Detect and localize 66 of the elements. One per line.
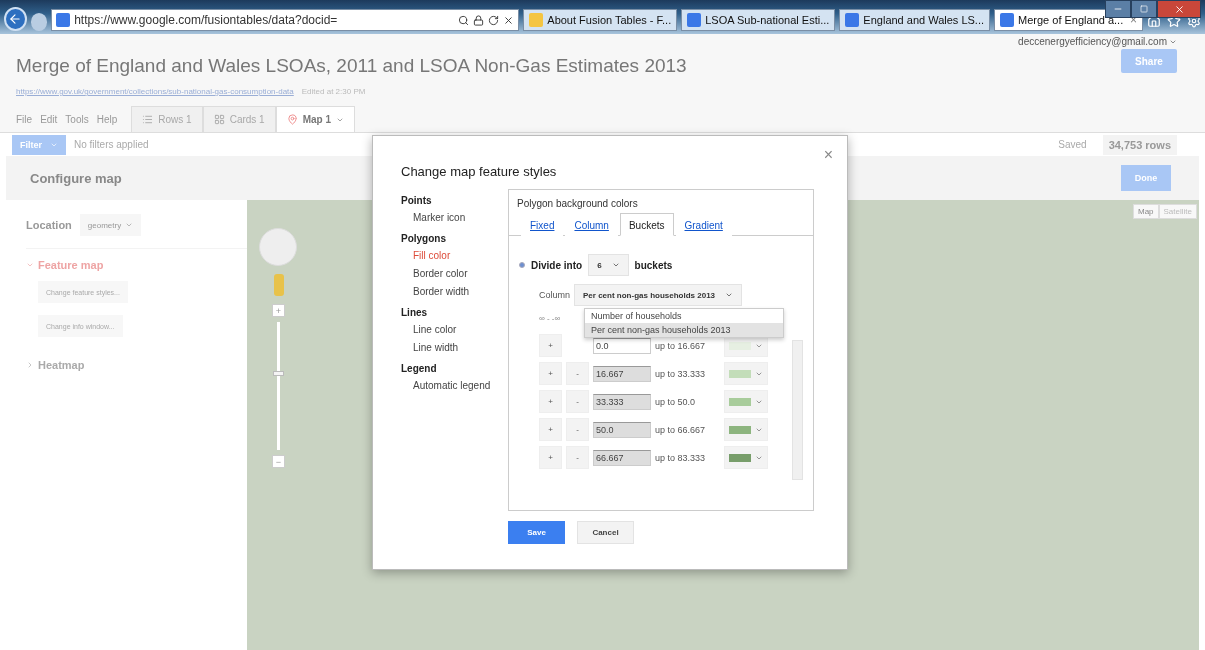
nav-item[interactable]: Line color — [401, 321, 496, 339]
nav-item[interactable]: Marker icon — [401, 209, 496, 227]
forward-button[interactable] — [30, 13, 48, 31]
site-icon — [56, 13, 71, 27]
cancel-button[interactable]: Cancel — [577, 521, 634, 544]
nav-item[interactable]: Fill color — [401, 247, 496, 265]
add-bucket-button[interactable]: + — [539, 334, 562, 357]
browser-tab[interactable]: England and Wales LS... — [839, 9, 991, 31]
bucket-max-label: up to 66.667 — [655, 424, 707, 435]
bucket-max-label: up to 83.333 — [655, 452, 707, 463]
stop-icon[interactable] — [503, 14, 515, 26]
zoom-handle[interactable] — [273, 371, 284, 377]
bucket-max-label: up to 50.0 — [655, 396, 697, 407]
close-button[interactable]: × — [823, 146, 833, 164]
style-tab[interactable]: Buckets — [619, 213, 674, 236]
map-type-button[interactable]: Map — [1132, 204, 1159, 219]
rows-icon — [142, 114, 154, 125]
nav-item[interactable]: Border width — [401, 283, 496, 301]
divide-label: Divide into — [531, 259, 583, 271]
panel-title: Configure map — [30, 170, 122, 186]
save-button[interactable]: Save — [508, 521, 565, 544]
nav-item[interactable]: Line width — [401, 339, 496, 357]
scrollbar[interactable] — [792, 340, 803, 480]
maximize-button[interactable] — [1131, 0, 1157, 18]
search-icon — [458, 14, 470, 26]
document-title: Merge of England and Wales LSOAs, 2011 and LSOA Non-Gas Estimates 2013 — [16, 55, 687, 77]
nav-heading: Points — [401, 194, 433, 208]
map-pin-icon — [286, 114, 298, 125]
bucket-count-select[interactable]: 6 — [588, 254, 629, 276]
bucket-max-label: up to 33.333 — [655, 368, 707, 379]
nav-heading: Polygons — [401, 232, 447, 246]
maximize-icon — [1140, 5, 1148, 13]
back-button[interactable] — [4, 7, 27, 31]
account-menu[interactable]: deccenergyefficiency@gmail.com — [1018, 36, 1177, 47]
nav-heading: Lines — [401, 306, 429, 320]
buckets-label: buckets — [634, 259, 673, 271]
radio-button[interactable] — [519, 262, 525, 268]
bucket-max-label: up to 16.667 — [655, 340, 707, 351]
nav-item[interactable]: Border color — [401, 265, 496, 283]
cards-icon — [213, 114, 225, 125]
row-count: 34,753 rows — [1102, 134, 1177, 155]
refresh-icon[interactable] — [488, 14, 500, 26]
dialog-title: Change map feature styles — [401, 164, 558, 179]
location-label: Location — [26, 219, 72, 231]
caret-icon — [26, 261, 34, 269]
view-tab[interactable]: Map 1 — [275, 106, 355, 132]
filter-status: No filters applied — [74, 139, 149, 150]
nav-item[interactable]: Automatic legend — [401, 377, 496, 395]
nav-heading: Legend — [401, 362, 438, 376]
dropdown-option[interactable]: Per cent non-gas households 2013 — [585, 323, 783, 337]
range-hint: ∞ - -∞ — [539, 314, 561, 325]
address-bar[interactable]: https://www.google.com/fusiontables/data?docid= — [51, 9, 520, 31]
browser-tab[interactable]: LSOA Sub-national Esti... — [681, 9, 836, 31]
close-icon — [1173, 3, 1185, 15]
save-status: Saved — [1058, 139, 1087, 150]
column-select[interactable]: Per cent non-gas households 2013 — [574, 284, 743, 306]
caret-icon — [611, 261, 620, 269]
dropdown-option[interactable]: Number of households — [585, 309, 783, 323]
lock-icon — [473, 14, 485, 26]
panel-heading: Polygon background colors — [516, 197, 639, 209]
caret-icon — [125, 221, 134, 229]
caret-icon — [725, 291, 734, 299]
column-label: Column — [539, 290, 570, 300]
minimize-button[interactable] — [1105, 0, 1131, 18]
browser-tab[interactable]: About Fusion Tables - F... — [523, 9, 678, 31]
caret-icon — [26, 361, 34, 369]
